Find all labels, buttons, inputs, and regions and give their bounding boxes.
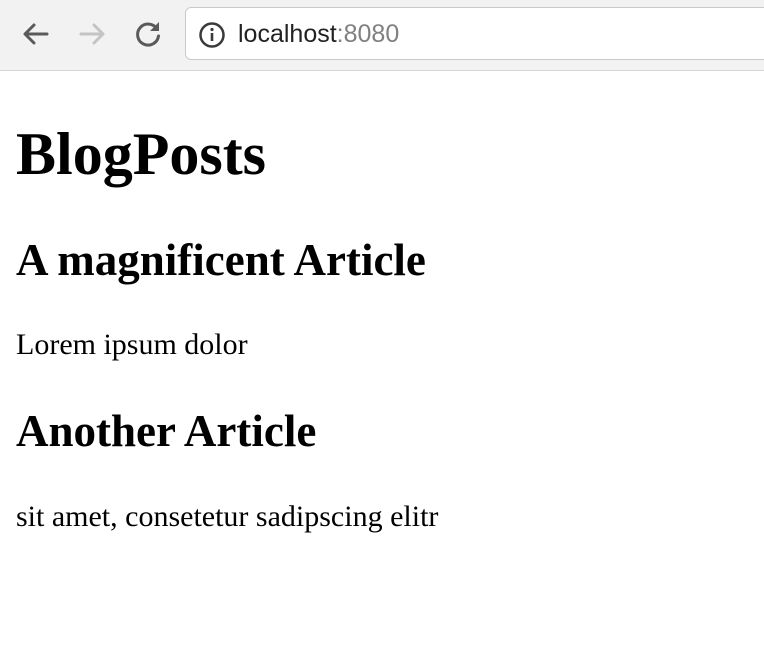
article-body: Lorem ipsum dolor [16, 328, 248, 361]
article-body: sit amet, consetetur sadipscing elitr [16, 500, 439, 533]
page-title: BlogPosts [16, 121, 267, 187]
article-title: A magnificent Article [16, 235, 426, 285]
reload-icon [136, 22, 160, 47]
reload-button[interactable] [131, 17, 165, 51]
page-content: BlogPosts A magnificent Article Lorem ip… [0, 72, 764, 652]
arrow-right-icon [79, 23, 105, 45]
back-button[interactable] [19, 17, 53, 51]
info-circle-icon[interactable] [198, 21, 226, 49]
browser-toolbar: localhost:8080 [0, 0, 764, 71]
url-port: :8080 [336, 20, 400, 48]
arrow-left-icon [23, 23, 49, 45]
forward-button[interactable] [75, 17, 109, 51]
url-host: localhost [238, 20, 337, 48]
article-title: Another Article [16, 406, 317, 456]
address-bar[interactable]: localhost:8080 [185, 7, 764, 60]
url-text[interactable]: localhost:8080 [238, 19, 399, 49]
